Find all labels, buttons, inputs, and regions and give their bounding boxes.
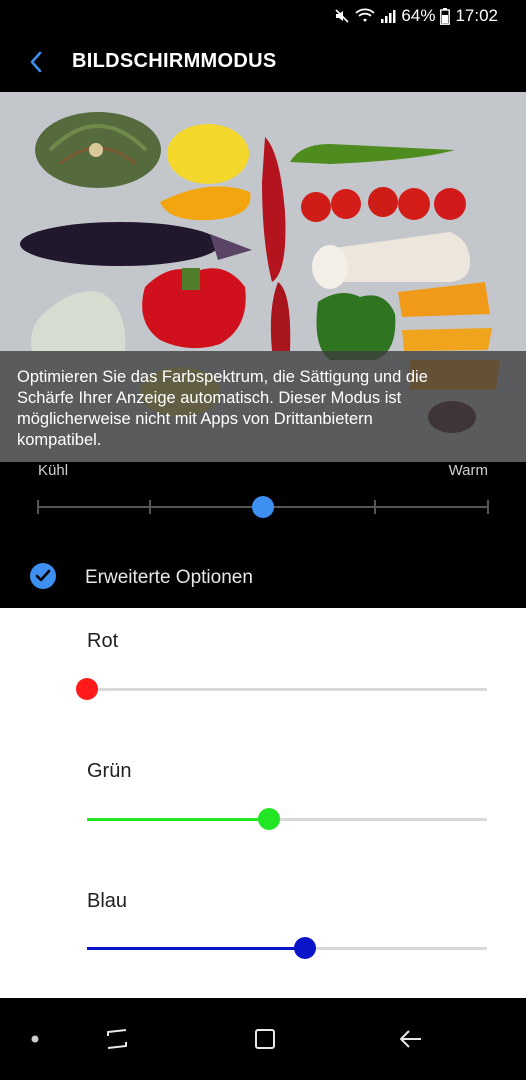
back-icon: [400, 1030, 421, 1048]
temperature-slider-thumb[interactable]: [252, 496, 274, 518]
temperature-tick: [149, 500, 151, 514]
clock: 17:02: [455, 6, 498, 25]
page-title: BILDSCHIRMMODUS: [72, 50, 277, 72]
mode-description: Optimieren Sie das Farbspektrum, die Sät…: [17, 368, 428, 449]
green-slider-thumb[interactable]: [258, 808, 280, 830]
blue-slider-thumb[interactable]: [294, 937, 316, 959]
temperature-tick: [374, 500, 376, 514]
temperature-tick: [37, 500, 39, 514]
battery-percent: 64%: [401, 6, 436, 25]
home-button[interactable]: [240, 998, 290, 1080]
green-slider-fill: [87, 818, 269, 821]
rgb-sliders-panel: Rot Grün Blau: [0, 608, 526, 998]
red-slider-track[interactable]: [76, 678, 487, 700]
red-slider-thumb[interactable]: [76, 678, 98, 700]
app-header: BILDSCHIRMMODUS: [0, 32, 526, 92]
chevron-left-icon: [30, 51, 42, 73]
navigation-bar: [0, 998, 526, 1080]
red-label: Rot: [87, 630, 119, 652]
blue-slider-fill: [87, 947, 305, 950]
checkmark-icon: [35, 569, 51, 582]
home-icon: [255, 1029, 275, 1049]
cool-label: Kühl: [38, 462, 69, 479]
nav-dot-button[interactable]: [20, 998, 50, 1080]
battery-icon: [440, 7, 451, 25]
wifi-icon: [355, 8, 376, 24]
dot-icon: [31, 1035, 39, 1043]
caption-overlay: Optimieren Sie das Farbspektrum, die Sät…: [0, 351, 526, 462]
advanced-options-checkbox[interactable]: [30, 563, 56, 589]
green-slider-track[interactable]: [87, 808, 487, 830]
preview-image: Optimieren Sie das Farbspektrum, die Sät…: [0, 92, 526, 462]
signal-icon: [380, 8, 396, 24]
blue-slider-track[interactable]: [87, 937, 487, 959]
status-bar: 64% 17:02: [0, 0, 526, 32]
temperature-tick: [487, 500, 489, 514]
blue-label: Blau: [87, 890, 128, 912]
advanced-options-row[interactable]: Erweiterte Optionen: [0, 548, 526, 606]
status-icons: 64% 17:02: [334, 6, 498, 26]
mute-icon: [334, 8, 350, 24]
color-temperature-section: Kühl Warm Erweiterte Optionen: [0, 462, 526, 608]
back-button[interactable]: [18, 44, 54, 80]
green-label: Grün: [87, 760, 132, 782]
nav-back-button[interactable]: [386, 998, 436, 1080]
recent-apps-button[interactable]: [92, 998, 142, 1080]
recent-apps-icon: [107, 1029, 127, 1049]
advanced-options-label: Erweiterte Optionen: [85, 567, 253, 588]
warm-label: Warm: [448, 462, 488, 479]
